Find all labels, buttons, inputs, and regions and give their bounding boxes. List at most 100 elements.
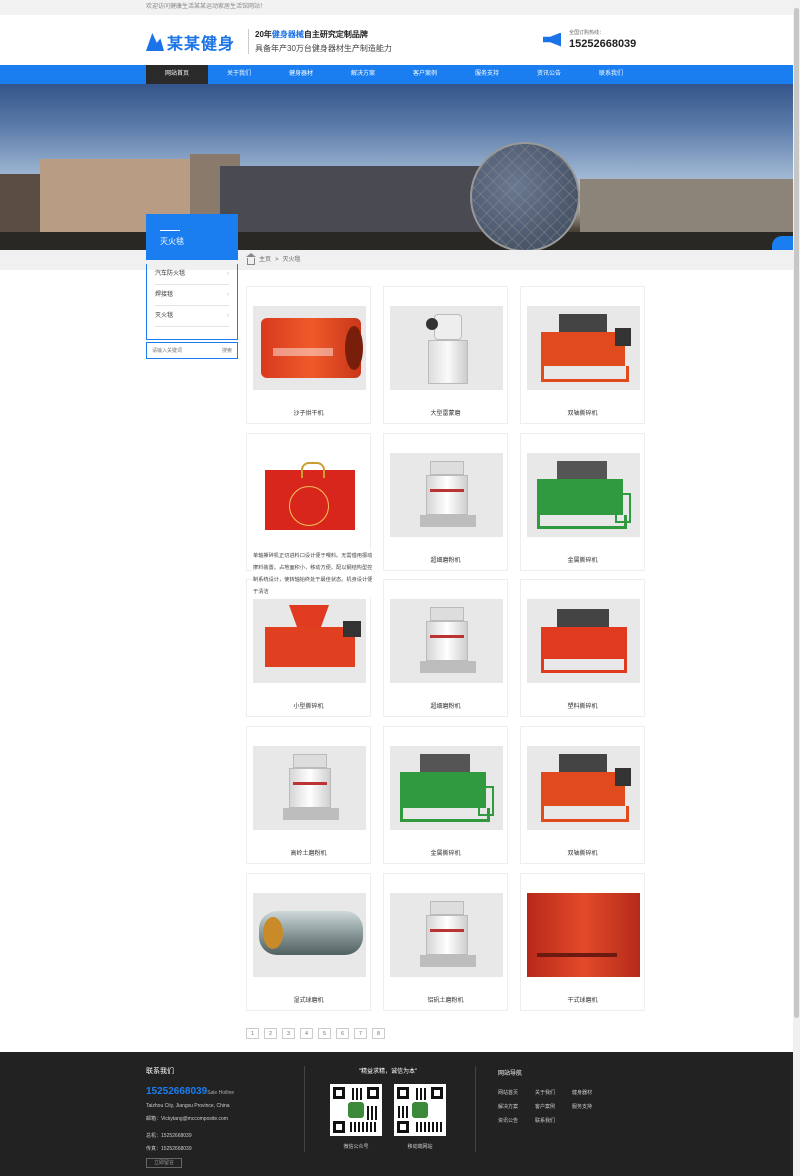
- nav-item-solutions[interactable]: 解决方案: [332, 65, 394, 84]
- product-card[interactable]: 双轴撕碎机: [520, 286, 645, 424]
- product-card[interactable]: 小型撕碎机: [246, 579, 371, 717]
- page-4[interactable]: 4: [300, 1028, 313, 1039]
- shredder-green-image[interactable]: [527, 453, 640, 537]
- page-7[interactable]: 7: [354, 1028, 367, 1039]
- sidebar: 灭火毯 汽车防火毯 › 焊接毯 › 灭火毯 ›: [146, 214, 238, 340]
- footer-contact: 联系我们 15252668039Sale Hotline Taizhou Cit…: [146, 1066, 234, 1168]
- sidebar-item-welding-blanket[interactable]: 焊接毯 ›: [155, 285, 229, 306]
- product-caption[interactable]: 塑料撕碎机: [521, 701, 644, 710]
- shredder-green-image[interactable]: [390, 746, 503, 830]
- hero-banner: [0, 84, 800, 250]
- footer-link-solutions[interactable]: 解决方案: [498, 1103, 535, 1110]
- product-card[interactable]: 双轴撕碎机: [520, 726, 645, 864]
- page-5[interactable]: 5: [318, 1028, 331, 1039]
- dryer-image[interactable]: [253, 306, 366, 390]
- hotline-label: 全国订购热线：: [569, 30, 605, 36]
- dry-ball-mill-image[interactable]: [527, 893, 640, 977]
- product-card[interactable]: 单轴撕碎机正切进料口设计便于喂料。无需借用振动摩料装置。占地面积小，移动方便。配…: [246, 433, 375, 598]
- page-1[interactable]: 1: [246, 1028, 259, 1039]
- product-caption[interactable]: 金属撕碎机: [521, 555, 644, 564]
- product-card[interactable]: 沙子烘干机: [246, 286, 371, 424]
- shredder-image[interactable]: [527, 306, 640, 390]
- wechat-qr-image: [330, 1084, 382, 1136]
- footer-nav-title: 网站导航: [498, 1071, 523, 1077]
- product-card[interactable]: 超细磨粉机: [383, 433, 508, 571]
- page-2[interactable]: 2: [264, 1028, 277, 1039]
- footer-link-products[interactable]: 健身器材: [572, 1089, 609, 1096]
- raymond-mill-image[interactable]: [390, 306, 503, 390]
- product-caption[interactable]: 双轴撕碎机: [521, 408, 644, 417]
- product-card[interactable]: 塑料撕碎机: [520, 579, 645, 717]
- product-card[interactable]: 湿式球磨机: [246, 873, 371, 1011]
- product-caption[interactable]: 高岭土磨粉机: [247, 848, 370, 857]
- hotline-number: 15252668039: [569, 38, 637, 50]
- product-card[interactable]: 干式球磨机: [520, 873, 645, 1011]
- mill-image[interactable]: [253, 746, 366, 830]
- footer-phone-note: Sale Hotline: [207, 1090, 235, 1096]
- footer-link-contact[interactable]: 联系我们: [535, 1117, 572, 1124]
- product-caption[interactable]: 大型雷蒙磨: [384, 408, 507, 417]
- product-caption[interactable]: 干式球磨机: [521, 995, 644, 1004]
- footer-tel: 15252668039: [161, 1133, 192, 1139]
- header: 某某健身 20年健身器械自主研究定制品牌 具备年产30万台健身器材生产制造能力 …: [0, 15, 800, 65]
- sidebar-search: 请输入关键词 搜索: [146, 342, 238, 359]
- page-3[interactable]: 3: [282, 1028, 295, 1039]
- small-shredder-image[interactable]: [253, 599, 366, 683]
- page-6[interactable]: 6: [336, 1028, 349, 1039]
- leave-message-button[interactable]: 立即留言: [146, 1158, 182, 1168]
- plastic-shredder-image[interactable]: [527, 599, 640, 683]
- mill-image[interactable]: [390, 453, 503, 537]
- ball-mill-image[interactable]: [253, 893, 366, 977]
- shredder-image[interactable]: [527, 746, 640, 830]
- site-logo[interactable]: 某某健身: [146, 30, 235, 54]
- product-caption[interactable]: 沙子烘干机: [247, 408, 370, 417]
- product-card[interactable]: 金属撕碎机: [520, 433, 645, 571]
- nav-item-contact[interactable]: 联系我们: [580, 65, 642, 84]
- product-caption[interactable]: 金属撕碎机: [384, 848, 507, 857]
- product-card[interactable]: 铝矾土磨粉机: [383, 873, 508, 1011]
- nav-item-news[interactable]: 资讯公告: [518, 65, 580, 84]
- logo-text: 某某健身: [167, 36, 236, 53]
- gift-box-image[interactable]: [253, 460, 366, 530]
- product-card[interactable]: 高岭土磨粉机: [246, 726, 371, 864]
- sidebar-item-fire-blanket[interactable]: 灭火毯 ›: [155, 306, 229, 327]
- footer-motto: "精益求精，诚信为本": [358, 1069, 418, 1075]
- footer-link-service[interactable]: 服务支持: [572, 1103, 609, 1110]
- footer-link-about[interactable]: 关于我们: [535, 1089, 572, 1096]
- footer-link-home[interactable]: 网站首页: [498, 1089, 535, 1096]
- sidebar-item-car-fire-blanket[interactable]: 汽车防火毯 ›: [155, 264, 229, 285]
- product-caption[interactable]: 小型撕碎机: [247, 701, 370, 710]
- nav-item-home[interactable]: 网站首页: [146, 65, 208, 84]
- mill-image[interactable]: [390, 599, 503, 683]
- breadcrumb-home[interactable]: 主页: [259, 250, 271, 270]
- welcome-text: 欢迎访问健康生活某某运动家居生活馆网站！: [146, 4, 267, 10]
- footer-qr-section: "精益求精，诚信为本" 微信公众号 移动端网站: [328, 1066, 448, 1150]
- top-welcome-bar: 欢迎访问健康生活某某运动家居生活馆网站！: [0, 0, 800, 15]
- product-card[interactable]: 金属撕碎机: [383, 726, 508, 864]
- product-caption[interactable]: 铝矾土磨粉机: [384, 995, 507, 1004]
- sidebar-item-label: 灭火毯: [155, 313, 174, 319]
- product-card[interactable]: 大型雷蒙磨: [383, 286, 508, 424]
- product-caption[interactable]: 超细磨粉机: [384, 701, 507, 710]
- nav-item-cases[interactable]: 客户案例: [394, 65, 456, 84]
- breadcrumb-bar: 主页 > 灭火毯: [0, 250, 800, 270]
- footer-link-news[interactable]: 资讯公告: [498, 1117, 535, 1124]
- mill-image[interactable]: [390, 893, 503, 977]
- nav-item-service[interactable]: 服务支持: [456, 65, 518, 84]
- nav-item-about[interactable]: 关于我们: [208, 65, 270, 84]
- search-input[interactable]: 请输入关键词: [152, 347, 182, 354]
- nav-item-products[interactable]: 健身器材: [270, 65, 332, 84]
- footer-divider: [475, 1066, 476, 1152]
- footer-link-cases[interactable]: 客户案例: [535, 1103, 572, 1110]
- breadcrumb-current[interactable]: 灭火毯: [283, 250, 301, 270]
- search-button[interactable]: 搜索: [222, 347, 232, 354]
- product-card[interactable]: 超细磨粉机: [383, 579, 508, 717]
- page-8[interactable]: 8: [372, 1028, 385, 1039]
- product-caption[interactable]: 超细磨粉机: [384, 555, 507, 564]
- product-caption[interactable]: 湿式球磨机: [247, 995, 370, 1004]
- mobile-site-qr-image: [394, 1084, 446, 1136]
- product-caption[interactable]: 双轴撕碎机: [521, 848, 644, 857]
- page-scrollbar[interactable]: [793, 0, 800, 1176]
- footer-email[interactable]: Vickytang@mccomposite.com: [161, 1116, 228, 1122]
- chevron-right-icon: ›: [227, 313, 229, 319]
